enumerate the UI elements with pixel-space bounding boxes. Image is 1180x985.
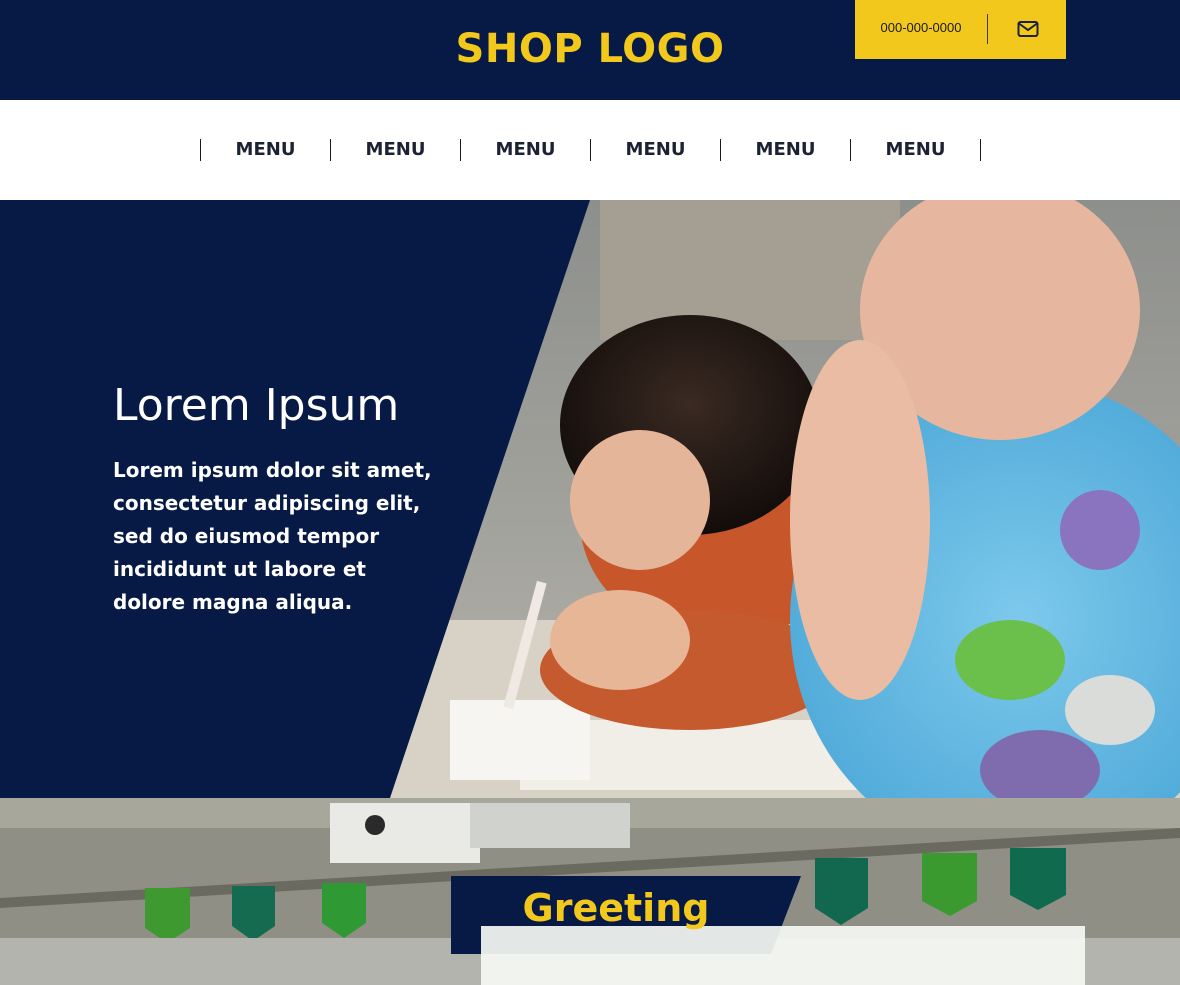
nav-divider xyxy=(980,139,981,161)
nav-menu-item-6[interactable]: MENU xyxy=(850,139,980,161)
hero-description: Lorem ipsum dolor sit amet, consectetur … xyxy=(113,458,432,614)
contact-box: 000-000-0000 xyxy=(855,0,1066,59)
nav-menu-item-3[interactable]: MENU xyxy=(460,139,590,161)
nav-menu-item-1[interactable]: MENU xyxy=(200,139,330,161)
nav-menu-item-4[interactable]: MENU xyxy=(590,139,720,161)
hero-title: Lorem Ipsum xyxy=(113,380,400,431)
main-navigation: MENU MENU MENU MENU MENU MENU xyxy=(0,100,1180,200)
phone-number[interactable]: 000-000-0000 xyxy=(855,20,987,35)
nav-menu-item-2[interactable]: MENU xyxy=(330,139,460,161)
nav-menu-list: MENU MENU MENU MENU MENU MENU xyxy=(200,139,981,161)
greeting-section: Greeting xyxy=(0,798,1180,985)
nav-menu-item-5[interactable]: MENU xyxy=(720,139,850,161)
greeting-title: Greeting xyxy=(522,886,710,930)
greeting-content-card xyxy=(481,926,1085,985)
site-header: SHOP LOGO 000-000-0000 xyxy=(0,0,1180,100)
hero-section: Lorem Ipsum Lorem ipsum dolor sit amet, … xyxy=(0,200,1180,798)
contact-divider xyxy=(987,14,988,44)
envelope-icon[interactable] xyxy=(1017,19,1039,39)
